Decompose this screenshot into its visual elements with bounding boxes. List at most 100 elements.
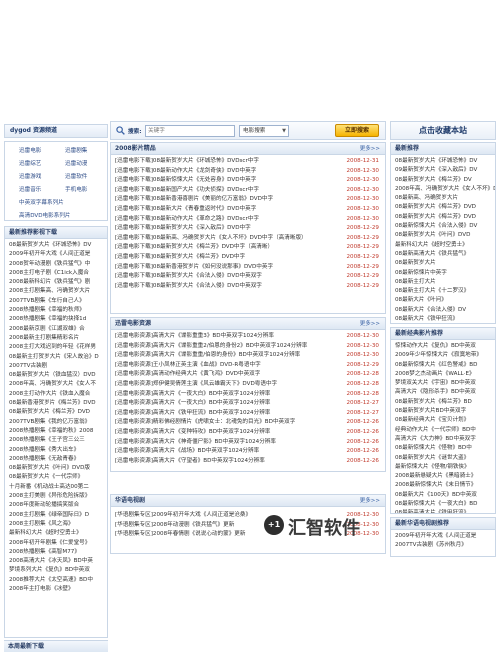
bd-item-title[interactable]: [迅雷电影资源]高清大片《谍影重重2/伯恩的身份2》BD中英双字1024分辨率 bbox=[115, 343, 307, 349]
right-classic-item-title[interactable]: 梦境双关大片《宇宙》BD中英双 bbox=[395, 380, 476, 386]
right-rec-item[interactable]: 最新科幻大片《超时空勇士》 bbox=[391, 241, 495, 250]
left-rank-item-title[interactable]: 最新科幻大片《超时空勇士》 bbox=[9, 530, 82, 536]
left-rank-item[interactable]: 2008热播剧集《幸福的秋》2008 bbox=[5, 427, 107, 436]
latest-item-title[interactable]: [迅雷电影下载]08最新动作大片《龙剑奇侠》DVD中英字 bbox=[115, 168, 256, 174]
latest-more-link[interactable]: 更多>> bbox=[360, 143, 380, 155]
category-link[interactable]: 中英双字幕系列片 bbox=[11, 198, 101, 209]
left-rank-item[interactable]: 2008热播剧集《秀大出车》 bbox=[5, 446, 107, 455]
bd-item[interactable]: [迅雷电影资源]高清大片《神奇僵尸影》BD中英双字1024分辨率 2008-12-… bbox=[111, 438, 385, 448]
bd-item-title[interactable]: [迅雷电影资源]郑伊健吴倩莲主演《风云雄霸天下》DVD粤语中字 bbox=[115, 381, 277, 387]
bd-item[interactable]: [迅雷电影资源]高清大片《铁甲狂流》BD中英双字1024分辨率 2008-12-2… bbox=[111, 409, 385, 419]
right-rec-item-title[interactable]: 08最新主打大片《十二罗汉》 bbox=[395, 288, 469, 294]
bd-item[interactable]: [迅雷电影资源]高清大片《变种特攻》BD中英双字1024分辨率 2008-12-2… bbox=[111, 428, 385, 438]
left-rank-item-title[interactable]: 2007TVB剧集《车行自己人》 bbox=[9, 298, 85, 304]
bd-item[interactable]: [迅雷电影资源]郑伊健吴倩莲主演《风云雄霸天下》DVD粤语中字 2008-12-2… bbox=[111, 380, 385, 390]
right-classic-item[interactable]: 08最新贺岁大片BD中英双字 bbox=[391, 407, 495, 416]
right-classic-item[interactable]: 惊悚动作大片《复仇》BD中英双 bbox=[391, 342, 495, 351]
right-rec-item[interactable]: 08最新大片《合法入侵》DV bbox=[391, 306, 495, 315]
right-rec-item-title[interactable]: 08最新贺岁大片《梅兰芳》DV bbox=[395, 177, 472, 183]
right-rec-item-title[interactable]: 08最新惊悚片中英字 bbox=[395, 270, 447, 276]
bd-item[interactable]: [迅雷电影资源]精彩佛经剧情片《虎啸女士：北魂免的目光》BD中英双字 2008-1… bbox=[111, 418, 385, 428]
latest-item-title[interactable]: [迅雷电影下载]08最新贺岁大片《环城恐怖》DVDscr中字 bbox=[115, 158, 259, 164]
right-tv-item[interactable]: 2007TV古装剧《苏州秋月》 bbox=[391, 541, 495, 550]
right-classic-item[interactable]: 08最新高清大片《铁甲狂流》 bbox=[391, 509, 495, 513]
left-rank-item-title[interactable]: 2008热播剧集《王子宫三公三 bbox=[9, 437, 85, 443]
right-classic-item[interactable]: 08最新大片《100天》BD中英双 bbox=[391, 491, 495, 500]
left-rank-item-title[interactable]: 2008主打电子剧《C1ick入魔合 bbox=[9, 270, 89, 276]
left-rank-item-title[interactable]: 08最新贺岁大片《一代宗师》 bbox=[9, 474, 83, 480]
left-rank-item-title[interactable]: 2008高清大片《冰天凤》BD中英 bbox=[9, 558, 93, 564]
left-rank-item-title[interactable]: 2008热播剧集《幸福的秋师》 bbox=[9, 307, 85, 313]
right-classic-item[interactable]: 最新惊悚大片《怪物/钢铁侠》 bbox=[391, 463, 495, 472]
right-classic-item[interactable]: 高清大片《大力神》BD中英双字 bbox=[391, 435, 495, 444]
right-classic-item-title[interactable]: 最新惊悚大片《怪物/钢铁侠》 bbox=[395, 464, 470, 470]
left-rank-item-title[interactable]: 08最新贺岁大片《梅兰芳》DVD bbox=[9, 409, 90, 415]
left-rank-item-title[interactable]: 08最新主打贺岁大片《宋人故治》D bbox=[9, 354, 99, 360]
right-classic-item-title[interactable]: 2008最新惊悚大片《末日情节》 bbox=[395, 482, 476, 488]
right-rec-item[interactable]: 08最新贺岁大片《梅兰芳》DVD bbox=[391, 213, 495, 222]
bd-item[interactable]: [迅雷电影资源]高清大片《一夜大白》BD中英双字1024分辨率 2008-12-2… bbox=[111, 399, 385, 409]
latest-item[interactable]: [迅雷电影下载]08最新动作大片《龙剑奇侠》DVD中英字 2008-12-30 bbox=[111, 167, 385, 177]
right-classic-item[interactable]: 经典动作大片《一代宗师》BD中 bbox=[391, 426, 495, 435]
left-rank-item-title[interactable]: 2009年初开年大戏《人间正道是 bbox=[9, 251, 90, 257]
right-rec-item[interactable]: 08最新惊悚片中英字 bbox=[391, 269, 495, 278]
latest-item[interactable]: [迅雷电影下载]08最新惊悚大片《无处容身》DVD中英字 2008-12-30 bbox=[111, 176, 385, 186]
left-rank-item[interactable]: 2009年初开年大戏《人间正道是 bbox=[5, 250, 107, 259]
left-rank-item[interactable]: 08最新贺岁大片《一代宗师》 bbox=[5, 473, 107, 482]
right-classic-item-title[interactable]: 08最新经典大片《宝贝计划》 bbox=[395, 417, 469, 423]
bd-item-title[interactable]: [迅雷电影资源]高清大片《一夜大白》BD中英双字1024分辨率 bbox=[115, 391, 270, 397]
right-rec-item[interactable]: 08最新惊悚大片《合法入侵》DV bbox=[391, 222, 495, 231]
left-rank-item[interactable]: 十月新番《机动战士高达00第二 bbox=[5, 483, 107, 492]
latest-item[interactable]: [迅雷电影下载]08最新贺岁大片《合法入侵》DVD中英双字 2008-12-29 bbox=[111, 282, 385, 292]
right-tv-item[interactable]: 2009年初开年大戏《人间正道是 bbox=[391, 532, 495, 541]
right-classic-item[interactable]: 2008梦之杰动画片《WALL·E》 bbox=[391, 370, 495, 379]
category-link[interactable]: 手机电影 bbox=[57, 185, 101, 196]
left-rank-item-title[interactable]: 2008最新主打剧集精彩名片 bbox=[9, 335, 79, 341]
right-rec-item[interactable]: 08最新贺岁大片《叶问》DVD bbox=[391, 231, 495, 240]
tv-item-title[interactable]: [华语剧集专区]2008年春情剧《说说心动的蒙》更新 bbox=[115, 531, 245, 537]
bd-item-title[interactable]: [迅雷电影资源]高清大片《铁甲狂流》BD中英双字1024分辨率 bbox=[115, 410, 270, 416]
right-classic-item-title[interactable]: 08最新贺岁大片《谜世大盗》 bbox=[395, 455, 469, 461]
left-rank-item[interactable]: 2008年主打电影《冰壁》 bbox=[5, 585, 107, 594]
right-classic-item-title[interactable]: 08最新高清大片《铁甲狂流》 bbox=[395, 510, 469, 513]
left-rank-item[interactable]: 2008热播剧集《幸福的抉择1d bbox=[5, 315, 107, 324]
left-rank-item-title[interactable]: 08最新香港贺岁片《梅兰芳》DVD bbox=[9, 400, 96, 406]
left-rank-item[interactable]: 08最新贺岁大片（铁血猛汉）DVD bbox=[5, 371, 107, 380]
category-link[interactable]: 高清DVD电影系列片 bbox=[11, 211, 101, 220]
latest-item-title[interactable]: [迅雷电影下载]08最新香港贺岁片《如何没说那事》DVD中英字 bbox=[115, 264, 273, 270]
left-rank-item[interactable]: 2008主打剧集高、冯确贺岁大片 bbox=[5, 287, 107, 296]
left-rank-item-title[interactable]: 2008主打剧集《绿帝国际日》D bbox=[9, 512, 89, 518]
left-rank-item[interactable]: 2008年度新动轮播搞笑版合 bbox=[5, 501, 107, 510]
left-rank-item[interactable]: 梦境系列大片《复仇》BD中英双 bbox=[5, 566, 107, 575]
right-classic-item[interactable]: 2008最新悬疑大片《黑暗骑士》 bbox=[391, 472, 495, 481]
left-rank-item[interactable]: 2008主打动作大片《铁血入魔合 bbox=[5, 390, 107, 399]
right-classic-item[interactable]: 08最新贺岁大片《梅兰芳》BD bbox=[391, 398, 495, 407]
right-rec-item-title[interactable]: 08最新高清大片《铁兵猛气》 bbox=[395, 251, 469, 257]
latest-item[interactable]: [迅雷电影下载]08最新贺岁大片《深入敌后》DVD中字 2008-12-29 bbox=[111, 224, 385, 234]
category-link[interactable]: 迅雷电影 bbox=[11, 146, 55, 157]
latest-item-title[interactable]: [迅雷电影下载]08最新动作大片《革命之路》DVDscr中字 bbox=[115, 216, 259, 222]
right-classic-item[interactable]: 08最新贺岁大片《谜世大盗》 bbox=[391, 454, 495, 463]
right-rec-item-title[interactable]: 08最新贺岁大片《梅兰芳》DVD bbox=[395, 204, 476, 210]
right-rec-item[interactable]: 08最新贺岁大片 bbox=[391, 259, 495, 268]
search-type-select[interactable]: 电影搜索 ▼ bbox=[239, 125, 289, 137]
left-rank-item-title[interactable]: 2008年度新动轮播搞笑版合 bbox=[9, 502, 79, 508]
left-rank-item-title[interactable]: 2008最新京剧《江湖双雄》合 bbox=[9, 326, 85, 332]
latest-item[interactable]: [迅雷电影下载]08最新高、冯确贺岁大片《女人不坏》DVD中字（高清晰版） 200… bbox=[111, 234, 385, 244]
left-rank-item-title[interactable]: 2007TVB剧集《我的亿万富翁》 bbox=[9, 419, 90, 425]
category-link[interactable]: 迅雷动漫 bbox=[57, 159, 101, 170]
latest-item[interactable]: [迅雷电影下载]08最新国产大片《功夫侦探》DVDscr中字 2008-12-30 bbox=[111, 186, 385, 196]
left-rank-item[interactable]: 2008主打剧集《风之海》 bbox=[5, 520, 107, 529]
bd-item-title[interactable]: [迅雷电影资源]高清大片《一夜大白》BD中英双字1024分辨率 bbox=[115, 400, 270, 406]
latest-item-title[interactable]: [迅雷电影下载]08最新高、冯确贺岁大片《女人不坏》DVD中字（高清晰版） bbox=[115, 235, 307, 241]
left-rank-item-title[interactable]: 2008年高、冯确贺岁大片《女人不 bbox=[9, 381, 96, 387]
left-rank-item-title[interactable]: 十月新番《机动战士高达00第二 bbox=[9, 484, 89, 490]
left-rank-item[interactable]: 2008热播剧集《高智M77》 bbox=[5, 548, 107, 557]
right-classic-item-title[interactable]: 2008最新悬疑大片《黑暗骑士》 bbox=[395, 473, 476, 479]
left-rank-item[interactable]: 2008热播剧集《王子宫三公三 bbox=[5, 436, 107, 445]
left-rank-item-title[interactable]: 2008热播剧集《高智M77》 bbox=[9, 549, 80, 555]
right-classic-item-title[interactable]: 经典动作大片《一代宗师》BD中 bbox=[395, 427, 476, 433]
right-rec-item-title[interactable]: 08最新贺岁大片《梅兰芳》DVD bbox=[395, 214, 476, 220]
bd-item-title[interactable]: [迅雷电影资源]高清大片《变种特攻》BD中英双字1024分辨率 bbox=[115, 429, 270, 435]
bd-item[interactable]: [迅雷电影资源]高清大片《谍影重重/伯恩的身份》BD中英双字1024分辨率 200… bbox=[111, 351, 385, 361]
